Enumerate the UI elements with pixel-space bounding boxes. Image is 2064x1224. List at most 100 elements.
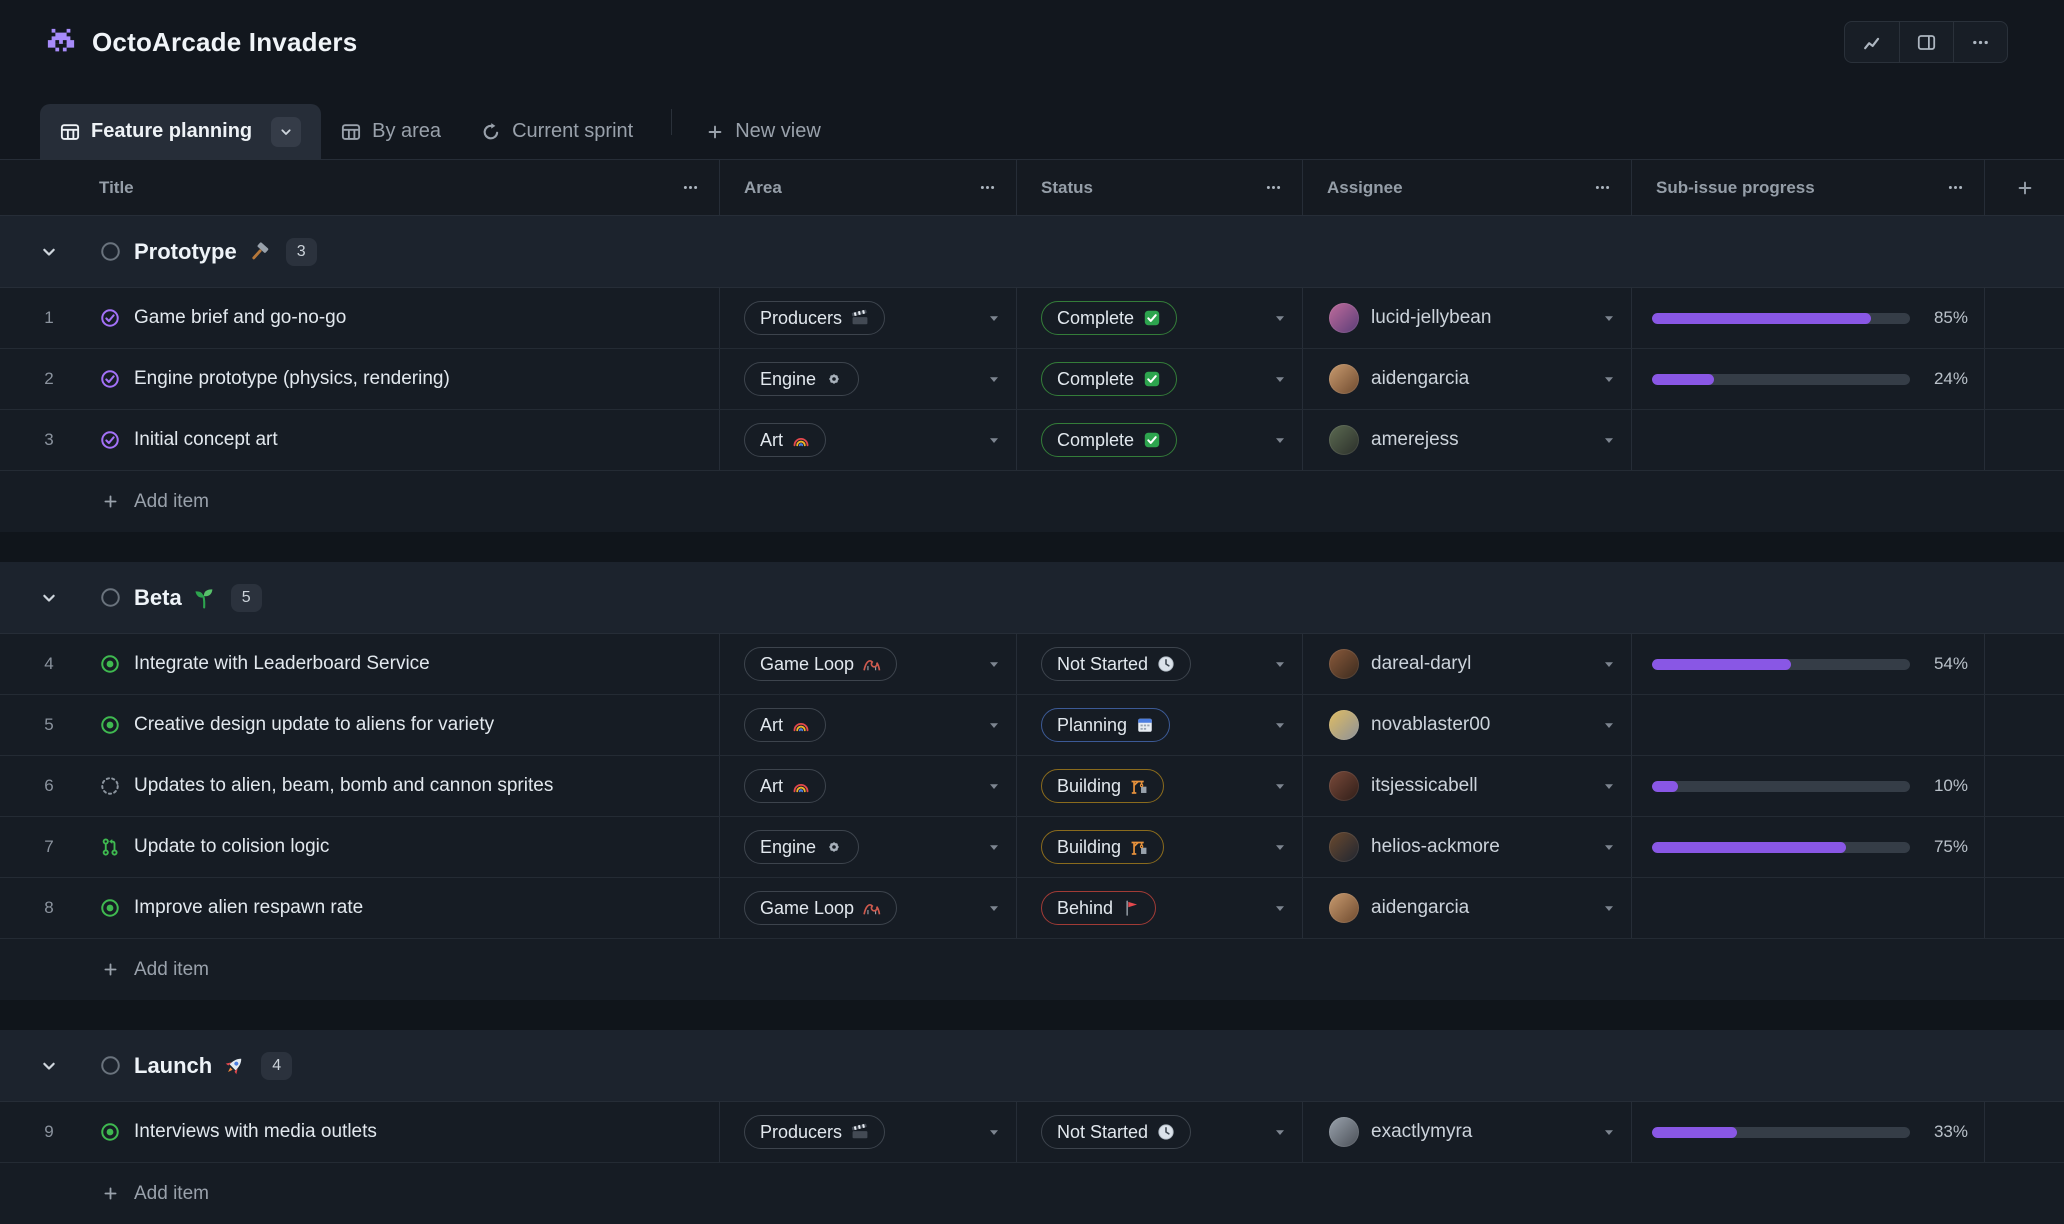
dropdown-caret-icon[interactable] bbox=[1272, 310, 1288, 326]
dropdown-caret-icon[interactable] bbox=[986, 371, 1002, 387]
dropdown-caret-icon[interactable] bbox=[1601, 310, 1617, 326]
more-options-button[interactable] bbox=[1953, 22, 2007, 62]
status-pill[interactable]: Complete bbox=[1041, 301, 1177, 335]
dropdown-caret-icon[interactable] bbox=[1601, 432, 1617, 448]
area-cell[interactable]: Art bbox=[720, 410, 1017, 470]
dropdown-caret-icon[interactable] bbox=[1272, 839, 1288, 855]
assignee-cell[interactable]: aidengarcia bbox=[1303, 349, 1632, 409]
item-title[interactable]: Improve alien respawn rate bbox=[134, 897, 363, 919]
dropdown-caret-icon[interactable] bbox=[1601, 900, 1617, 916]
title-cell[interactable]: 9 Interviews with media outlets bbox=[0, 1102, 720, 1162]
dropdown-caret-icon[interactable] bbox=[1601, 1124, 1617, 1140]
area-pill[interactable]: Game Loop bbox=[744, 891, 897, 925]
area-pill[interactable]: Engine bbox=[744, 830, 859, 864]
dropdown-caret-icon[interactable] bbox=[1601, 371, 1617, 387]
assignee-cell[interactable]: aidengarcia bbox=[1303, 878, 1632, 938]
dropdown-caret-icon[interactable] bbox=[1601, 717, 1617, 733]
dropdown-caret-icon[interactable] bbox=[1272, 900, 1288, 916]
area-cell[interactable]: Game Loop bbox=[720, 634, 1017, 694]
dropdown-caret-icon[interactable] bbox=[1272, 432, 1288, 448]
status-cell[interactable]: Behind bbox=[1017, 878, 1303, 938]
dropdown-caret-icon[interactable] bbox=[1601, 778, 1617, 794]
dropdown-caret-icon[interactable] bbox=[1272, 371, 1288, 387]
dropdown-caret-icon[interactable] bbox=[1272, 1124, 1288, 1140]
item-title[interactable]: Initial concept art bbox=[134, 429, 278, 451]
title-cell[interactable]: 5 Creative design update to aliens for v… bbox=[0, 695, 720, 755]
assignee-cell[interactable]: helios-ackmore bbox=[1303, 817, 1632, 877]
column-menu-button[interactable] bbox=[979, 179, 996, 196]
area-pill[interactable]: Art bbox=[744, 769, 826, 803]
item-title[interactable]: Interviews with media outlets bbox=[134, 1121, 377, 1143]
column-area[interactable]: Area bbox=[720, 160, 1017, 215]
assignee-cell[interactable]: lucid-jellybean bbox=[1303, 288, 1632, 348]
area-cell[interactable]: Art bbox=[720, 756, 1017, 816]
status-cell[interactable]: Complete bbox=[1017, 410, 1303, 470]
area-pill[interactable]: Producers bbox=[744, 301, 885, 335]
add-item-button[interactable]: Add item bbox=[0, 471, 2064, 532]
column-menu-button[interactable] bbox=[1594, 179, 1611, 196]
new-view-button[interactable]: New view bbox=[690, 104, 837, 159]
assignee-cell[interactable]: dareal-daryl bbox=[1303, 634, 1632, 694]
tab-by-area[interactable]: By area bbox=[321, 104, 461, 159]
assignee-cell[interactable]: exactlymyra bbox=[1303, 1102, 1632, 1162]
column-sub-issue-progress[interactable]: Sub-issue progress bbox=[1632, 160, 1985, 215]
status-pill[interactable]: Complete bbox=[1041, 423, 1177, 457]
status-cell[interactable]: Complete bbox=[1017, 288, 1303, 348]
dropdown-caret-icon[interactable] bbox=[986, 778, 1002, 794]
area-cell[interactable]: Art bbox=[720, 695, 1017, 755]
status-pill[interactable]: Building bbox=[1041, 830, 1164, 864]
dropdown-caret-icon[interactable] bbox=[986, 839, 1002, 855]
dropdown-caret-icon[interactable] bbox=[1272, 717, 1288, 733]
assignee-cell[interactable]: novablaster00 bbox=[1303, 695, 1632, 755]
group-collapse-button[interactable] bbox=[0, 588, 98, 608]
area-cell[interactable]: Producers bbox=[720, 1102, 1017, 1162]
dropdown-caret-icon[interactable] bbox=[1272, 656, 1288, 672]
status-pill[interactable]: Complete bbox=[1041, 362, 1177, 396]
group-collapse-button[interactable] bbox=[0, 1056, 98, 1076]
area-cell[interactable]: Engine bbox=[720, 349, 1017, 409]
title-cell[interactable]: 2 Engine prototype (physics, rendering) bbox=[0, 349, 720, 409]
assignee-cell[interactable]: amerejess bbox=[1303, 410, 1632, 470]
title-cell[interactable]: 8 Improve alien respawn rate bbox=[0, 878, 720, 938]
status-pill[interactable]: Not Started bbox=[1041, 1115, 1191, 1149]
item-title[interactable]: Update to colision logic bbox=[134, 836, 329, 858]
dropdown-caret-icon[interactable] bbox=[986, 310, 1002, 326]
area-pill[interactable]: Game Loop bbox=[744, 647, 897, 681]
view-options-button[interactable] bbox=[271, 117, 301, 147]
dropdown-caret-icon[interactable] bbox=[1272, 778, 1288, 794]
item-title[interactable]: Updates to alien, beam, bomb and cannon … bbox=[134, 775, 553, 797]
tab-current-sprint[interactable]: Current sprint bbox=[461, 104, 653, 159]
status-cell[interactable]: Complete bbox=[1017, 349, 1303, 409]
add-item-button[interactable]: Add item bbox=[0, 1163, 2064, 1224]
add-item-button[interactable]: Add item bbox=[0, 939, 2064, 1000]
column-menu-button[interactable] bbox=[1265, 179, 1282, 196]
insights-button[interactable] bbox=[1845, 22, 1899, 62]
column-status[interactable]: Status bbox=[1017, 160, 1303, 215]
dropdown-caret-icon[interactable] bbox=[986, 1124, 1002, 1140]
item-title[interactable]: Integrate with Leaderboard Service bbox=[134, 653, 430, 675]
status-pill[interactable]: Planning bbox=[1041, 708, 1170, 742]
title-cell[interactable]: 3 Initial concept art bbox=[0, 410, 720, 470]
dropdown-caret-icon[interactable] bbox=[986, 900, 1002, 916]
dropdown-caret-icon[interactable] bbox=[986, 656, 1002, 672]
area-pill[interactable]: Art bbox=[744, 708, 826, 742]
status-cell[interactable]: Building bbox=[1017, 817, 1303, 877]
title-cell[interactable]: 6 Updates to alien, beam, bomb and canno… bbox=[0, 756, 720, 816]
status-cell[interactable]: Not Started bbox=[1017, 1102, 1303, 1162]
status-pill[interactable]: Not Started bbox=[1041, 647, 1191, 681]
column-title[interactable]: Title bbox=[0, 160, 720, 215]
area-pill[interactable]: Producers bbox=[744, 1115, 885, 1149]
area-cell[interactable]: Engine bbox=[720, 817, 1017, 877]
side-panel-button[interactable] bbox=[1899, 22, 1953, 62]
area-pill[interactable]: Engine bbox=[744, 362, 859, 396]
status-cell[interactable]: Not Started bbox=[1017, 634, 1303, 694]
status-cell[interactable]: Building bbox=[1017, 756, 1303, 816]
title-cell[interactable]: 4 Integrate with Leaderboard Service bbox=[0, 634, 720, 694]
title-cell[interactable]: 7 Update to colision logic bbox=[0, 817, 720, 877]
title-cell[interactable]: 1 Game brief and go-no-go bbox=[0, 288, 720, 348]
column-assignee[interactable]: Assignee bbox=[1303, 160, 1632, 215]
dropdown-caret-icon[interactable] bbox=[986, 432, 1002, 448]
group-collapse-button[interactable] bbox=[0, 242, 98, 262]
column-menu-button[interactable] bbox=[682, 179, 699, 196]
dropdown-caret-icon[interactable] bbox=[1601, 839, 1617, 855]
